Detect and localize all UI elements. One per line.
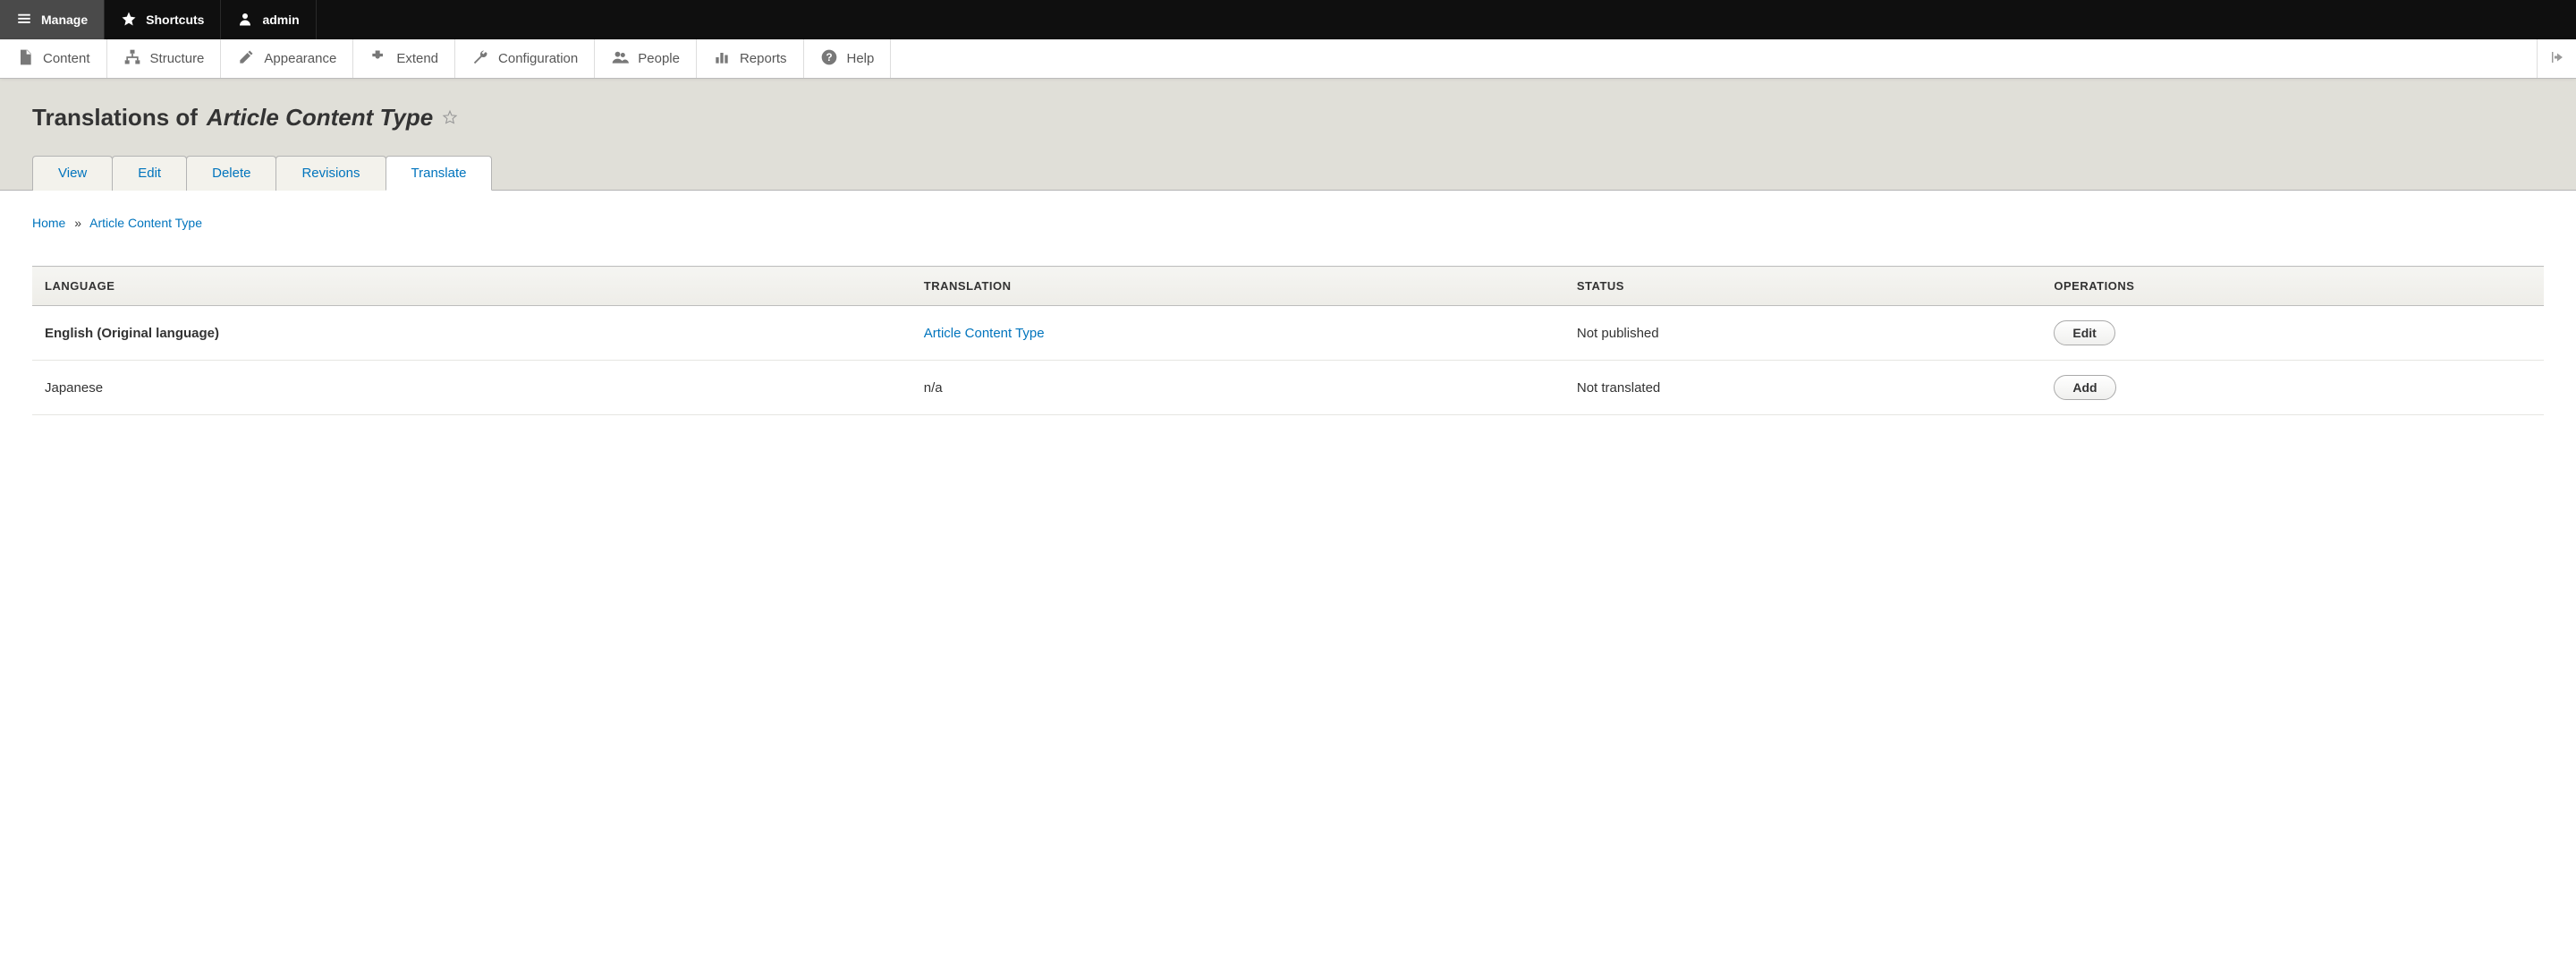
tab-translate[interactable]: Translate (386, 156, 493, 191)
th-language: LANGUAGE (32, 267, 911, 306)
tabs: View Edit Delete Revisions Translate (32, 155, 2544, 190)
toolbar-manage[interactable]: Manage (0, 0, 105, 39)
menu-reports-label: Reports (740, 51, 787, 66)
admin-menu: Content Structure Appearance Extend Conf… (0, 39, 2576, 79)
menu-people-label: People (638, 51, 680, 66)
translations-table: LANGUAGE TRANSLATION STATUS OPERATIONS E… (32, 266, 2544, 415)
menu-help[interactable]: ? Help (804, 39, 892, 78)
page-title-prefix: Translations of (32, 104, 198, 132)
cell-language: English (Original language) (32, 306, 911, 361)
tab-delete[interactable]: Delete (186, 156, 276, 191)
page-title: Translations of Article Content Type (32, 104, 2544, 132)
th-translation: TRANSLATION (911, 267, 1564, 306)
translation-link[interactable]: Article Content Type (924, 326, 1045, 341)
table-row: English (Original language) Article Cont… (32, 306, 2544, 361)
toolbar-user-label: admin (262, 13, 299, 27)
cell-operations: Edit (2041, 306, 2544, 361)
breadcrumb: Home » Article Content Type (32, 216, 2544, 230)
toolbar-manage-label: Manage (41, 13, 88, 27)
menu-structure-label: Structure (150, 51, 205, 66)
edit-button[interactable]: Edit (2054, 320, 2114, 345)
cell-translation: n/a (911, 361, 1564, 415)
menu-configuration-label: Configuration (498, 51, 578, 66)
svg-text:?: ? (826, 52, 832, 64)
page-header: Translations of Article Content Type Vie… (0, 79, 2576, 191)
menu-content[interactable]: Content (0, 39, 107, 78)
page-title-entity: Article Content Type (207, 104, 433, 132)
menu-configuration[interactable]: Configuration (455, 39, 595, 78)
menu-structure[interactable]: Structure (107, 39, 222, 78)
people-icon (611, 48, 629, 70)
add-button[interactable]: Add (2054, 375, 2115, 400)
menu-people[interactable]: People (595, 39, 697, 78)
toolbar-shortcuts-label: Shortcuts (146, 13, 204, 27)
cell-status: Not published (1564, 306, 2042, 361)
menu-extend-label: Extend (396, 51, 438, 66)
star-icon (121, 11, 137, 30)
breadcrumb-sep: » (74, 216, 81, 230)
table-header-row: LANGUAGE TRANSLATION STATUS OPERATIONS (32, 267, 2544, 306)
toolbar-shortcuts[interactable]: Shortcuts (105, 0, 221, 39)
menu-content-label: Content (43, 51, 90, 66)
reports-icon (713, 48, 731, 70)
menu-appearance[interactable]: Appearance (221, 39, 353, 78)
table-row: Japanese n/a Not translated Add (32, 361, 2544, 415)
menu-help-label: Help (847, 51, 875, 66)
tab-revisions[interactable]: Revisions (275, 156, 386, 191)
cell-status: Not translated (1564, 361, 2042, 415)
menu-appearance-label: Appearance (264, 51, 336, 66)
toolbar-top: Manage Shortcuts admin (0, 0, 2576, 39)
cell-translation: Article Content Type (911, 306, 1564, 361)
extend-icon (369, 48, 387, 70)
collapse-button[interactable] (2537, 39, 2576, 78)
th-operations: OPERATIONS (2041, 267, 2544, 306)
cell-operations: Add (2041, 361, 2544, 415)
content-icon (16, 48, 34, 70)
structure-icon (123, 48, 141, 70)
tab-view[interactable]: View (32, 156, 113, 191)
menu-extend[interactable]: Extend (353, 39, 455, 78)
user-icon (237, 11, 253, 30)
help-icon: ? (820, 48, 838, 70)
appearance-icon (237, 48, 255, 70)
hamburger-icon (16, 11, 32, 30)
breadcrumb-home[interactable]: Home (32, 216, 65, 230)
toolbar-user[interactable]: admin (221, 0, 316, 39)
th-status: STATUS (1564, 267, 2042, 306)
breadcrumb-current[interactable]: Article Content Type (89, 216, 202, 230)
tab-edit[interactable]: Edit (112, 156, 187, 191)
wrench-icon (471, 48, 489, 70)
collapse-icon (2549, 49, 2565, 68)
menu-reports[interactable]: Reports (697, 39, 804, 78)
cell-language: Japanese (32, 361, 911, 415)
favorite-star-icon[interactable] (442, 104, 458, 132)
content-area: Home » Article Content Type LANGUAGE TRA… (0, 191, 2576, 451)
